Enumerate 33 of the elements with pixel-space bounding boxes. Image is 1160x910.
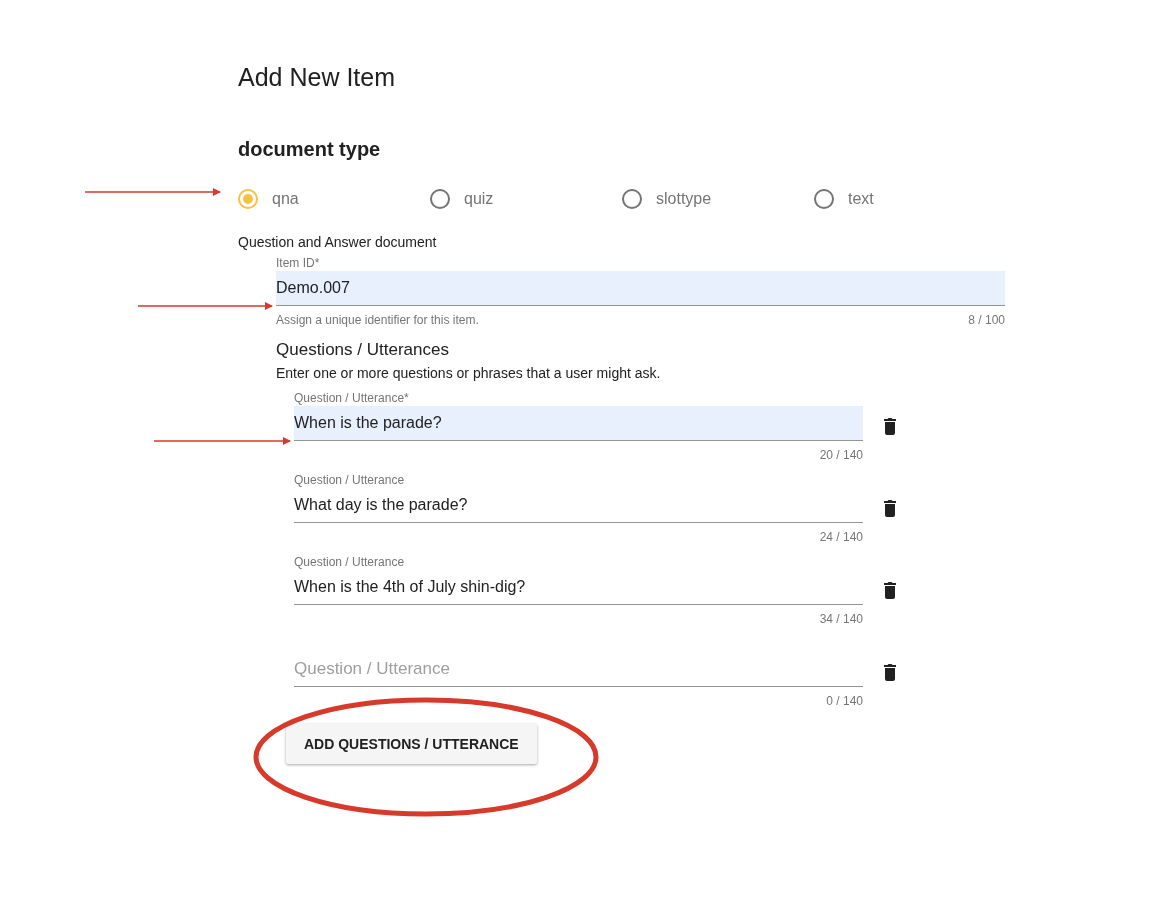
- page-title: Add New Item: [238, 62, 396, 93]
- delete-icon[interactable]: [883, 581, 897, 599]
- radio-icon[interactable]: [622, 189, 642, 209]
- question-field[interactable]: When is the 4th of July shin-dig?: [294, 570, 863, 605]
- radio-icon[interactable]: [430, 189, 450, 209]
- delete-icon[interactable]: [883, 417, 897, 435]
- radio-icon[interactable]: [238, 189, 258, 209]
- questions-hint: Enter one or more questions or phrases that a user might ask.: [276, 365, 662, 382]
- character-counter: 34 / 140: [819, 612, 863, 626]
- radio-option[interactable]: qna: [238, 189, 430, 209]
- radio-option[interactable]: slottype: [622, 189, 814, 209]
- questions-heading: Questions / Utterances: [276, 339, 450, 361]
- radio-icon[interactable]: [814, 189, 834, 209]
- hint-text: Assign a unique identifier for this item.: [276, 313, 479, 327]
- character-counter: 24 / 140: [819, 530, 863, 544]
- field-label: Question / Utterance*: [294, 390, 410, 406]
- field-label: Item ID*: [276, 255, 321, 271]
- field-label: Question / Utterance: [294, 472, 406, 488]
- question-field[interactable]: When is the parade?: [294, 406, 863, 441]
- radio-option[interactable]: text: [814, 189, 1006, 209]
- radio-option[interactable]: quiz: [430, 189, 622, 209]
- delete-icon[interactable]: [883, 499, 897, 517]
- character-counter: 8 / 100: [968, 313, 1005, 327]
- delete-icon[interactable]: [883, 663, 897, 681]
- description-text: Question and Answer document: [238, 234, 438, 251]
- character-counter: 20 / 140: [819, 448, 863, 462]
- section-heading: document type: [238, 137, 382, 162]
- add-question-button[interactable]: ADD QUESTIONS / UTTERANCE: [286, 724, 537, 764]
- item-id-field[interactable]: Demo.007: [276, 271, 1005, 306]
- question-field[interactable]: Question / Utterance: [294, 652, 863, 687]
- field-label: Question / Utterance: [294, 554, 406, 570]
- question-field[interactable]: What day is the parade?: [294, 488, 863, 523]
- character-counter: 0 / 140: [826, 694, 863, 708]
